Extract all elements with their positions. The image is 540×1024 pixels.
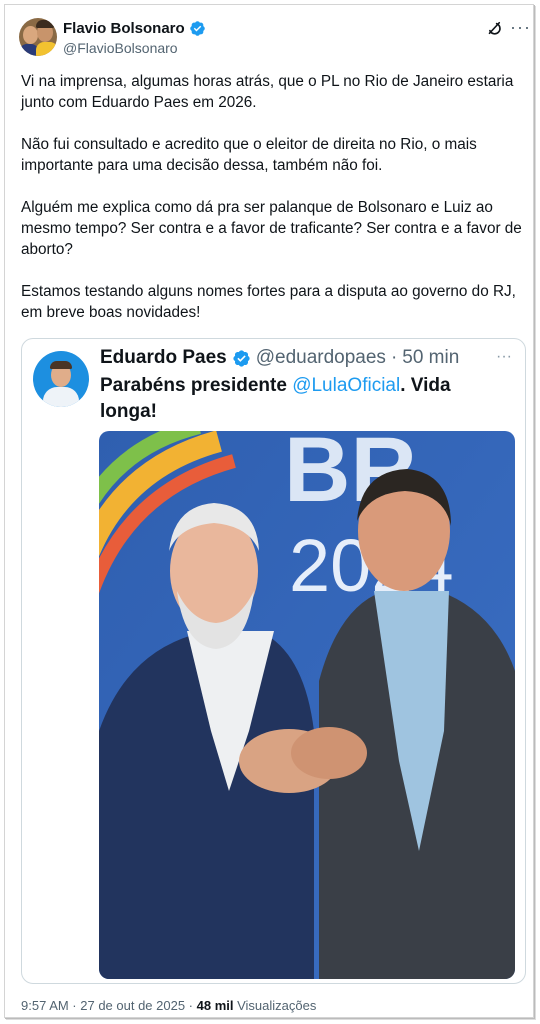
quoted-name-row: Eduardo Paes @eduardopaes · 50 min bbox=[100, 347, 459, 369]
mention-link[interactable]: @LulaOficial bbox=[292, 375, 400, 396]
views-count: 48 mil bbox=[196, 998, 234, 1013]
timestamp[interactable]: 9:57 AM · 27 de out de 2025 · bbox=[21, 998, 197, 1013]
quoted-author-avatar[interactable] bbox=[33, 351, 89, 407]
quoted-handle[interactable]: @eduardopaes bbox=[256, 347, 386, 369]
verified-badge-icon bbox=[233, 349, 250, 367]
quoted-display-name[interactable]: Eduardo Paes bbox=[100, 347, 227, 369]
quoted-separator: · bbox=[390, 347, 398, 368]
quoted-text: Parabéns presidente @LulaOficial. Vida l… bbox=[100, 373, 510, 425]
verified-badge-icon bbox=[189, 21, 205, 36]
tweet-paragraph: Vi na imprensa, algumas horas atrás, que… bbox=[21, 73, 514, 111]
tweet-paragraph: Estamos testando alguns nomes fortes par… bbox=[21, 283, 516, 321]
views-label: Visualizações bbox=[233, 998, 317, 1013]
more-icon[interactable]: ··· bbox=[510, 18, 531, 36]
author-display-name[interactable]: Flavio Bolsonaro bbox=[63, 20, 185, 37]
author-avatar[interactable] bbox=[19, 18, 57, 56]
tweet-text: Vi na imprensa, algumas horas atrás, que… bbox=[21, 71, 526, 344]
tweet-paragraph: Não fui consultado e acredito que o elei… bbox=[21, 136, 477, 174]
quoted-tweet[interactable]: Eduardo Paes @eduardopaes · 50 min ··· P… bbox=[21, 338, 526, 984]
tweet-footer: 9:57 AM · 27 de out de 2025 · 48 mil Vis… bbox=[21, 998, 316, 1013]
tweet-card: Flavio Bolsonaro @FlavioBolsonaro ··· Vi… bbox=[4, 4, 534, 1018]
author-handle[interactable]: @FlavioBolsonaro bbox=[63, 40, 178, 56]
tweet-paragraph: Alguém me explica como dá pra ser palanq… bbox=[21, 199, 522, 258]
author-name-row: Flavio Bolsonaro bbox=[63, 20, 206, 37]
grok-icon[interactable] bbox=[485, 19, 503, 37]
more-icon[interactable]: ··· bbox=[496, 349, 512, 365]
quoted-photo[interactable]: BR 2024 bbox=[99, 431, 515, 979]
quoted-text-before: Parabéns presidente bbox=[100, 375, 293, 396]
quoted-time[interactable]: 50 min bbox=[402, 347, 459, 369]
